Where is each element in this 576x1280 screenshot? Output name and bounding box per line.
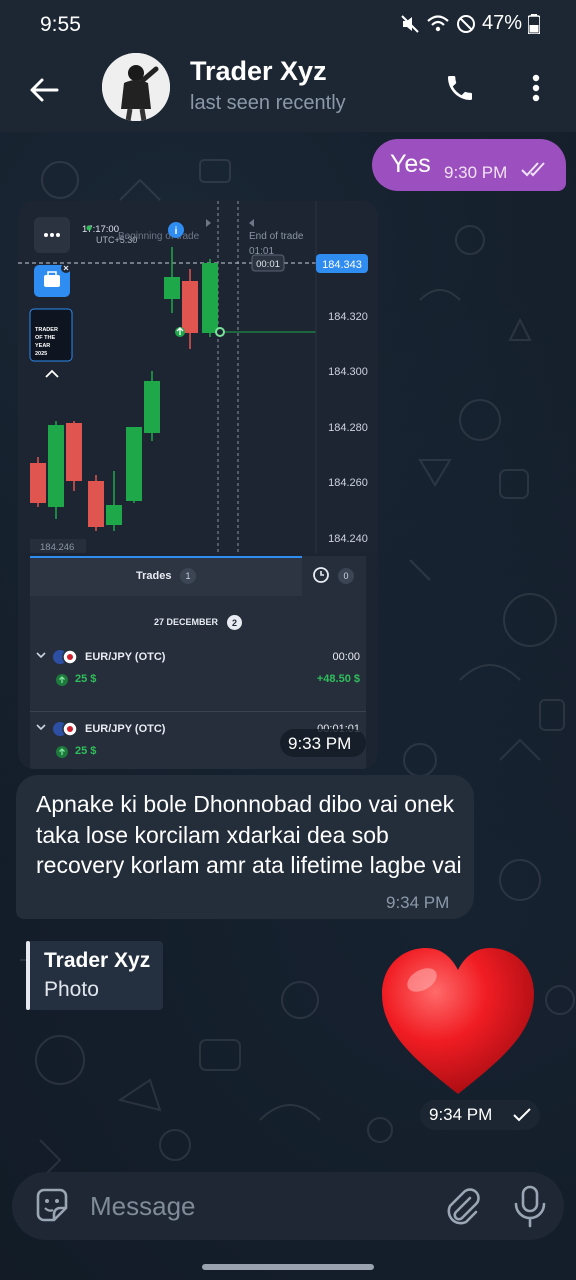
currency-flags-icon [53,649,78,665]
end-time-label: 01:01 [249,246,274,257]
trade-row[interactable]: EUR/JPY (OTC) 00:00 25 $ +48.50 $ [30,647,366,712]
chevron-down-icon [36,724,46,731]
heart-time-pill: 9:34 PM [420,1100,540,1130]
avatar-photo [102,53,170,121]
candle-body [30,463,46,503]
mic-icon[interactable] [510,1184,550,1228]
trade-amount: 25 $ [75,673,97,685]
candlestick-chart: 184.320 184.300 184.280 184.260 184.240 184.… [18,201,378,553]
message-text: Apnake ki bole Dhonnobad dibo vai onek t… [36,791,462,878]
trade-profit: +48.50 $ [316,673,360,685]
attach-icon[interactable] [442,1186,482,1226]
date-header: 27 DECEMBER [154,617,219,627]
candle-body [164,277,180,299]
call-button[interactable] [438,66,482,110]
price-tick-label: 184.300 [328,366,368,378]
currency-flags-icon [53,721,78,737]
message-time: 9:34 PM [429,1105,493,1124]
phone-icon [448,76,472,100]
candle-body [202,263,218,333]
reply-quote-card[interactable]: Trader Xyz Photo [26,941,163,1010]
back-button[interactable] [22,68,66,112]
active-tab-indicator [30,556,302,558]
reply-sender-name: Trader Xyz [44,949,151,972]
photo-time-pill: 9:33 PM [280,729,366,757]
chevron-down-icon [36,652,46,659]
battery-icon [528,13,540,34]
contact-name[interactable]: Trader Xyz [190,56,327,87]
badge-line-3: YEAR [35,343,50,349]
badge-line-1: TRADER [35,327,58,333]
trading-chart-screenshot: 184.320 184.300 184.280 184.260 184.240 184.… [18,201,378,553]
price-tick-label: 184.260 [328,477,368,489]
info-icon: i [175,226,178,237]
mute-icon [401,14,419,33]
more-vert-icon [532,74,540,102]
contact-last-seen: last seen recently [190,92,346,114]
trade-pair: EUR/JPY (OTC) [85,651,166,663]
clock-icon[interactable] [312,566,330,584]
trades-tab[interactable]: Trades 1 [30,556,302,596]
battery-percent: 47% [481,12,522,34]
trade-time: 00:00 [332,651,360,663]
trades-count-badge: 1 [180,568,196,584]
do-not-disturb-icon [456,14,475,33]
more-options-button[interactable] [518,66,554,110]
current-price-label: 184.343 [322,259,362,271]
badge-line-2: OF THE [35,335,55,341]
message-composer [12,1172,564,1240]
up-arrow-icon [56,674,68,686]
double-check-icon [521,162,545,177]
candle-body [48,425,64,507]
message-time: 9:34 PM [386,893,450,912]
message-input[interactable] [90,1188,420,1224]
date-count-badge: 2 [227,615,242,630]
reply-media-type: Photo [44,978,99,1001]
candle-body [126,427,142,501]
cursor-time-label: 00:01 [256,259,280,270]
bottom-price-label: 184.246 [40,542,74,553]
trade-amount: 25 $ [75,745,97,757]
badge-line-4: 2025 [35,351,47,357]
wifi-icon [427,14,449,31]
home-indicator[interactable] [202,1264,374,1270]
sticker-icon[interactable] [32,1186,72,1226]
reply-accent-bar [26,941,30,1010]
up-arrow-icon [56,746,68,758]
incoming-message-bubble[interactable]: Apnake ki bole Dhonnobad dibo vai onek t… [16,775,474,919]
candle-body [182,281,198,333]
message-time: 9:30 PM [444,163,508,182]
chat-header: Trader Xyz last seen recently [0,50,576,132]
price-tick-label: 184.240 [328,533,368,545]
price-tick-label: 184.320 [328,311,368,323]
candle-body [144,381,160,433]
outgoing-message-bubble[interactable]: Yes 9:30 PM [372,139,566,191]
status-bar: 9:55 47% [0,0,576,50]
beginning-of-trade-label: Beginning of trade [118,231,200,242]
single-check-icon [513,1108,531,1122]
price-tick-label: 184.280 [328,422,368,434]
candle-body [88,481,104,527]
row-divider [30,711,366,712]
photo-message[interactable]: 184.320 184.300 184.280 184.260 184.240 184.… [18,201,378,769]
end-of-trade-label: End of trade [249,231,304,242]
red-heart-icon[interactable] [378,944,538,1102]
back-arrow-icon [30,78,59,102]
contact-avatar[interactable] [102,53,170,121]
trades-tab-label: Trades [136,570,172,582]
trade-pair: EUR/JPY (OTC) [85,723,166,735]
history-count-badge: 0 [338,568,354,584]
message-text: Yes [390,150,431,178]
status-icons: 47% [400,12,540,35]
candle-body [106,505,122,525]
status-time: 9:55 [40,13,81,36]
candle-body [66,423,82,481]
message-time: 9:33 PM [288,734,352,753]
